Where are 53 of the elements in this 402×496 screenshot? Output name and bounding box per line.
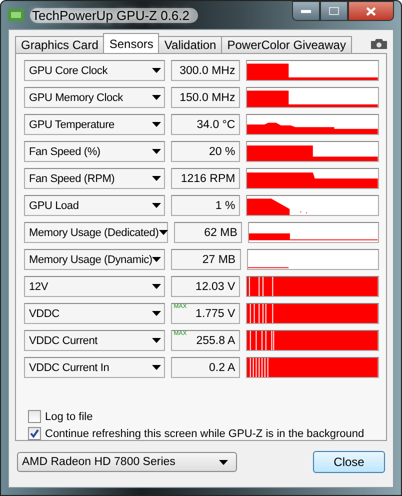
dropdown-arrow-icon [152,68,161,73]
sensor-select[interactable]: Fan Speed (%) [24,141,165,162]
maximize-icon [329,7,339,15]
close-icon [366,6,376,16]
checkbox[interactable] [28,427,41,440]
sensor-value: 1 % [170,195,240,216]
tab[interactable]: Validation [158,36,222,53]
dropdown-arrow-icon [152,284,161,289]
dropdown-arrow-icon [152,176,161,181]
dropdown-arrow-icon [152,338,161,343]
dropdown-arrow-icon [152,257,162,262]
tab[interactable]: Sensors [103,33,160,53]
sensor-select[interactable]: Memory Usage (Dedicated) [24,222,168,243]
close-button[interactable] [348,1,394,21]
sensor-value: 300.0 MHz [170,60,240,81]
sensor-select[interactable]: GPU Load [24,195,165,216]
sensor-select[interactable]: Fan Speed (RPM) [24,168,165,189]
camera-icon[interactable] [371,38,387,49]
dropdown-arrow-icon [152,203,161,208]
app-icon [8,8,24,22]
sensor-select[interactable]: Memory Usage (Dynamic) [24,249,166,270]
sensor-select[interactable]: VDDC [24,303,165,324]
sensor-select[interactable]: VDDC Current [24,330,165,351]
device-dropdown[interactable]: AMD Radeon HD 7800 Series [17,452,237,472]
sensor-select[interactable]: GPU Memory Clock [24,87,165,108]
sensor-value: 20 % [170,141,240,162]
sensor-value: 12.03 V [170,276,240,297]
dropdown-arrow-icon [158,230,168,235]
sensor-value: 62 MB [174,222,242,243]
sensor-select[interactable]: VDDC Current In [24,357,165,378]
maximize-button[interactable] [320,1,348,21]
sensor-select[interactable]: GPU Core Clock [24,60,165,81]
tab[interactable]: PowerColor Giveaway [221,36,352,53]
dropdown-arrow-icon [152,149,161,154]
sensor-value: 1216 RPM [170,168,240,189]
sensor-value: 0.2 A [170,357,240,378]
sensor-select[interactable]: 12V [24,276,165,297]
dropdown-arrow-icon [152,365,161,370]
checkbox-label: Continue refreshing this screen while GPU-Z is in the background [45,428,364,440]
dropdown-arrow-icon [152,95,161,100]
checkbox-label: Log to file [45,410,93,422]
close-dialog-button[interactable]: Close [313,451,385,473]
sensor-select[interactable]: GPU Temperature [24,114,165,135]
checkbox[interactable] [28,410,41,423]
sensor-value: 34.0 °C [170,114,240,135]
dropdown-arrow-icon [152,311,161,316]
dropdown-arrow-icon [152,122,161,127]
dropdown-arrow-icon [219,460,228,464]
tab[interactable]: Graphics Card [15,36,104,53]
sensor-value: 150.0 MHz [170,87,240,108]
minimize-button[interactable] [292,1,320,21]
sensor-value: 27 MB [171,249,241,270]
minimize-icon [301,9,311,13]
